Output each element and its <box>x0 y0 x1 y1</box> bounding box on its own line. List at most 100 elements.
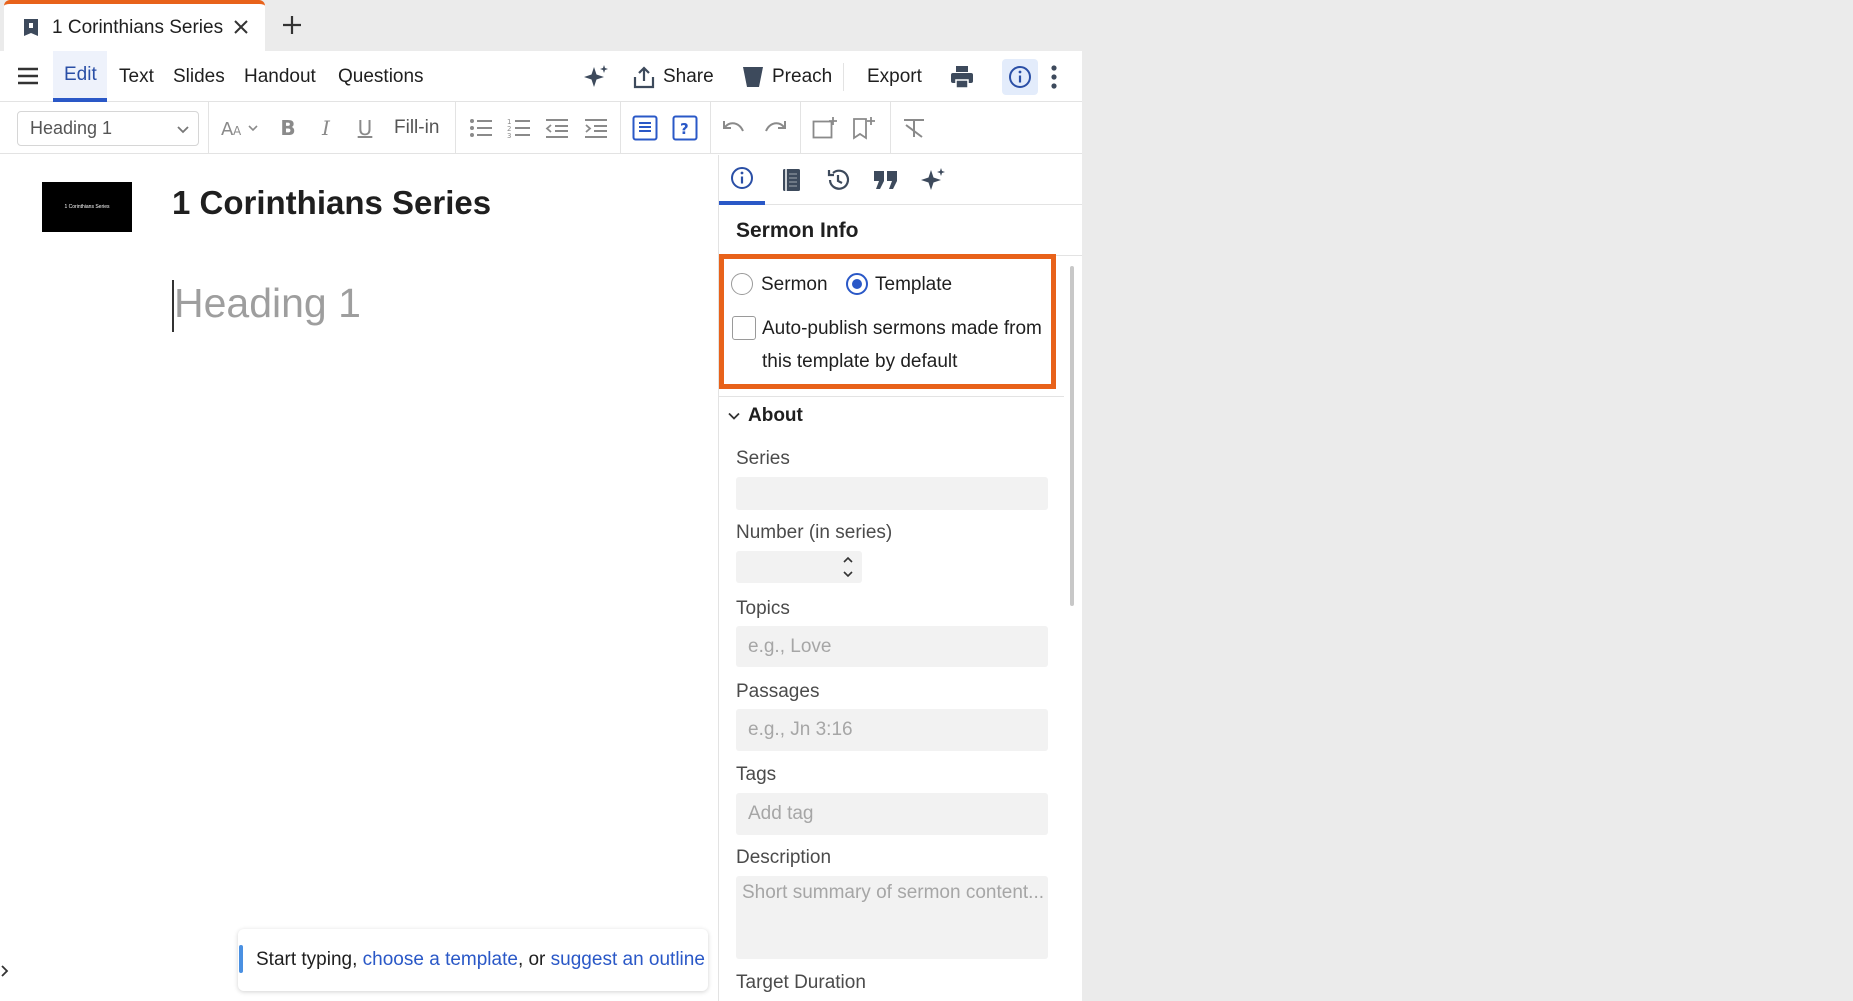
number-stepper[interactable] <box>736 551 862 583</box>
redo-icon[interactable] <box>762 115 788 141</box>
series-input[interactable] <box>736 477 1048 510</box>
outdent-icon[interactable] <box>544 115 570 141</box>
tab-strip: 1 Corinthians Series <box>0 0 1082 51</box>
menu-text[interactable]: Text <box>119 51 154 102</box>
info-toggle-button[interactable] <box>1002 59 1038 95</box>
target-duration-label: Target Duration <box>736 972 866 993</box>
svg-text:A: A <box>233 124 242 138</box>
menu-handout[interactable]: Handout <box>244 51 316 102</box>
panel-scrollbar[interactable] <box>1070 266 1074 606</box>
quote-icon <box>874 171 897 189</box>
about-section-title: About <box>748 405 803 426</box>
toolbar-divider <box>620 102 621 154</box>
info-icon <box>1009 66 1031 88</box>
document-tab[interactable]: 1 Corinthians Series <box>4 0 265 51</box>
panel-tab-bible[interactable] <box>768 155 814 205</box>
editor-area[interactable]: 1 Corinthians Series 1 Corinthians Serie… <box>0 155 718 1001</box>
toolbar-divider <box>208 102 209 154</box>
panel-tab-history[interactable] <box>815 155 861 205</box>
share-button[interactable]: Share <box>633 51 714 102</box>
passages-input[interactable]: e.g., Jn 3:16 <box>736 709 1048 751</box>
menu-bar: Edit Text Slides Handout Questions Share… <box>0 51 1082 102</box>
panel-tab-info[interactable] <box>719 155 765 205</box>
info-icon <box>731 167 753 189</box>
italic-icon[interactable]: I <box>313 115 339 141</box>
series-label: Series <box>736 448 790 469</box>
empty-background <box>1082 0 1853 1001</box>
tags-label: Tags <box>736 764 777 785</box>
svg-text:?: ? <box>680 120 689 138</box>
number-label: Number (in series) <box>736 522 893 543</box>
toolbar-divider <box>455 102 456 154</box>
underline-icon[interactable]: U <box>352 115 378 141</box>
suggest-outline-link[interactable]: suggest an outline <box>551 949 705 971</box>
passages-label: Passages <box>736 681 820 702</box>
add-slide-icon[interactable] <box>812 115 838 141</box>
document-tab-title: 1 Corinthians Series <box>52 16 224 38</box>
hamburger-menu-icon[interactable] <box>17 66 39 86</box>
more-options-icon[interactable] <box>1050 64 1058 90</box>
font-size-icon[interactable]: A A <box>221 115 261 141</box>
heading-placeholder[interactable]: Heading 1 <box>172 280 361 332</box>
description-textarea[interactable]: Short summary of sermon content... <box>736 876 1048 959</box>
topics-input[interactable]: e.g., Love <box>736 626 1048 667</box>
choose-template-link[interactable]: choose a template <box>363 949 518 971</box>
svg-text:3: 3 <box>507 132 511 139</box>
ai-sparkle-icon <box>921 168 945 190</box>
export-button[interactable]: Export <box>867 51 922 102</box>
hint-middle: , or <box>517 949 546 970</box>
menu-slides[interactable]: Slides <box>173 51 225 102</box>
about-section-toggle[interactable]: About <box>728 405 803 427</box>
ai-sparkle-icon[interactable] <box>583 64 609 90</box>
toolbar-divider <box>800 102 801 154</box>
preach-label: Preach <box>772 65 833 87</box>
panel-tab-ai[interactable] <box>910 155 956 205</box>
paragraph-style-select[interactable]: Heading 1 <box>17 111 199 146</box>
add-bookmark-icon[interactable] <box>851 115 877 141</box>
question-block-icon[interactable]: ? <box>672 115 698 141</box>
tags-input[interactable]: Add tag <box>736 793 1048 835</box>
text-block-icon[interactable] <box>632 115 658 141</box>
toolbar-divider <box>890 102 891 154</box>
bold-icon[interactable]: B <box>275 115 301 141</box>
series-thumbnail-text: 1 Corinthians Series <box>64 204 110 210</box>
sermon-radio-label[interactable]: Sermon <box>761 274 828 296</box>
preach-button[interactable]: Preach <box>742 51 832 102</box>
app-window: 1 Corinthians Series Edit Text Slides Ha… <box>0 0 1083 1001</box>
undo-icon[interactable] <box>721 115 747 141</box>
template-radio-label[interactable]: Template <box>875 274 952 296</box>
hint-prefix: Start typing, <box>256 949 358 970</box>
topics-label: Topics <box>736 598 790 619</box>
indent-icon[interactable] <box>583 115 609 141</box>
numbered-list-icon[interactable]: 123 <box>506 115 532 141</box>
menu-questions[interactable]: Questions <box>338 51 424 102</box>
menu-edit[interactable]: Edit <box>53 51 107 102</box>
pulpit-icon <box>743 66 763 87</box>
paragraph-style-value: Heading 1 <box>30 118 113 138</box>
clear-formatting-icon[interactable] <box>901 115 927 141</box>
spinner-arrows-icon[interactable] <box>842 552 854 582</box>
bible-book-icon <box>783 169 800 191</box>
document-title[interactable]: 1 Corinthians Series <box>172 184 491 222</box>
panel-tab-quotes[interactable] <box>863 155 909 205</box>
sermon-info-panel: Sermon Info Sermon Template Auto-publish… <box>718 155 1083 1001</box>
fill-in-button[interactable]: Fill-in <box>394 102 439 154</box>
share-upload-icon <box>633 65 655 88</box>
print-icon[interactable] <box>950 65 974 89</box>
sermon-doc-icon <box>24 18 38 36</box>
toolbar-divider <box>710 102 711 154</box>
template-radio[interactable] <box>846 273 868 295</box>
bulleted-list-icon[interactable] <box>468 115 494 141</box>
share-label: Share <box>663 65 714 87</box>
auto-publish-label[interactable]: Auto-publish sermons made from this temp… <box>762 312 1052 378</box>
chevron-down-icon <box>728 412 740 420</box>
new-tab-plus-icon[interactable] <box>280 13 304 37</box>
panel-heading: Sermon Info <box>736 219 859 242</box>
auto-publish-checkbox[interactable] <box>732 316 756 340</box>
series-thumbnail[interactable]: 1 Corinthians Series <box>42 182 132 232</box>
close-tab-icon[interactable] <box>230 16 252 38</box>
sermon-radio[interactable] <box>731 273 753 295</box>
formatting-toolbar: Heading 1 A A B I U Fill-in 123 ? <box>0 102 1082 154</box>
menu-divider <box>843 63 844 91</box>
chevron-right-icon[interactable] <box>0 961 10 981</box>
